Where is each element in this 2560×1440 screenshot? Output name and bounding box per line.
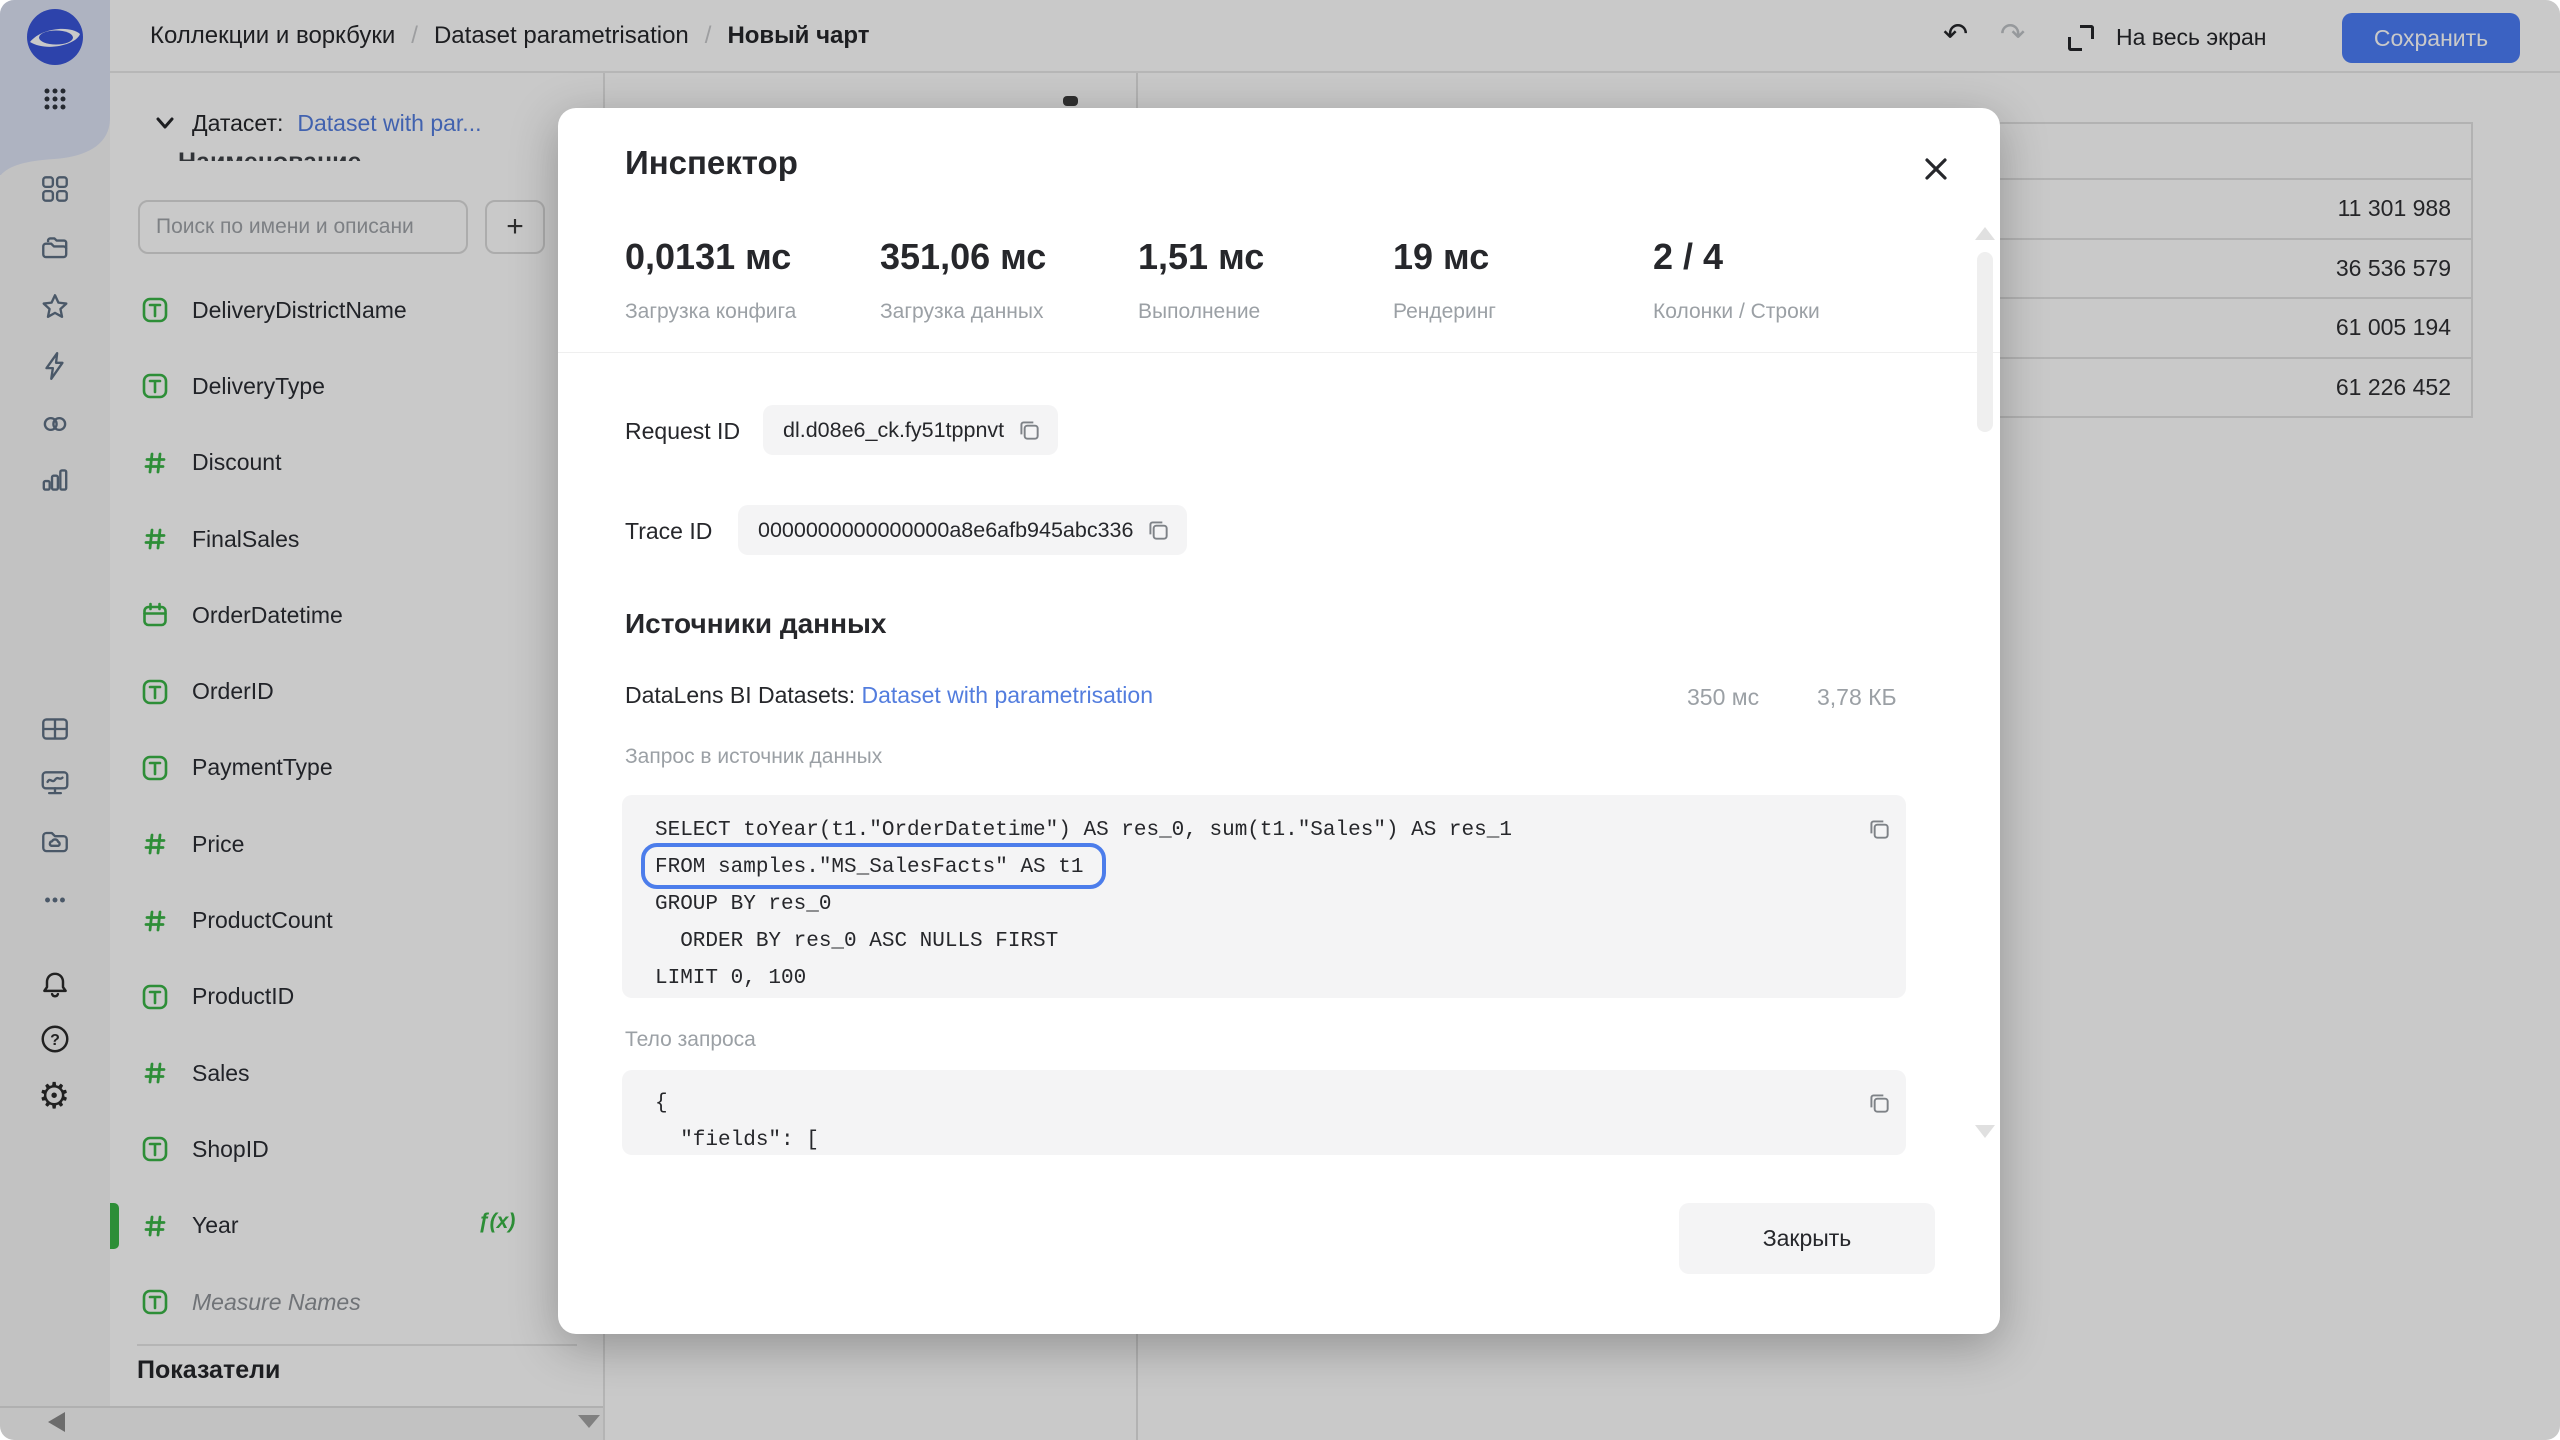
- stat-label: Загрузка данных: [880, 300, 1046, 324]
- copy-icon[interactable]: [1145, 517, 1171, 543]
- modal-title: Инспектор: [625, 144, 798, 182]
- request-id-chip: dl.d08e6_ck.fy51tppnvt: [763, 405, 1058, 455]
- stat-value: 2 / 4: [1653, 236, 1820, 278]
- stat-4: 2 / 4 Колонки / Строки: [1653, 236, 1820, 324]
- inspector-modal: Инспектор 0,0131 мс Загрузка конфига 351,0…: [558, 108, 2000, 1334]
- source-size: 3,78 КБ: [1817, 684, 1897, 711]
- body-caption: Тело запроса: [625, 1028, 756, 1052]
- code-line: ORDER BY res_0 ASC NULLS FIRST: [655, 923, 1906, 960]
- copy-icon[interactable]: [1016, 417, 1042, 443]
- sql-highlight-box: [641, 843, 1106, 889]
- query-caption: Запрос в источник данных: [625, 745, 882, 769]
- stat-value: 351,06 мс: [880, 236, 1046, 278]
- copy-icon[interactable]: [1866, 816, 1892, 842]
- source-time: 350 мс: [1687, 684, 1759, 711]
- request-id-value: dl.d08e6_ck.fy51tppnvt: [783, 418, 1004, 443]
- stat-label: Рендеринг: [1393, 300, 1496, 324]
- trace-id-value: 0000000000000000a8e6afb945abc336: [758, 518, 1133, 543]
- trace-id-label: Trace ID: [625, 518, 712, 545]
- code-line: {: [655, 1085, 1906, 1122]
- stat-value: 0,0131 мс: [625, 236, 796, 278]
- stat-label: Выполнение: [1138, 300, 1264, 324]
- copy-icon[interactable]: [1866, 1090, 1892, 1116]
- stat-3: 19 мс Рендеринг: [1393, 236, 1496, 324]
- code-line: "fields": [: [655, 1122, 1906, 1155]
- close-modal-button[interactable]: Закрыть: [1679, 1203, 1935, 1274]
- stat-value: 1,51 мс: [1138, 236, 1264, 278]
- stat-value: 19 мс: [1393, 236, 1496, 278]
- body-code-block: { "fields": [: [622, 1070, 1906, 1155]
- stat-2: 1,51 мс Выполнение: [1138, 236, 1264, 324]
- header-divider: [558, 352, 2000, 353]
- scrollbar-up-icon[interactable]: [1975, 227, 1995, 240]
- trace-id-chip: 0000000000000000a8e6afb945abc336: [738, 505, 1187, 555]
- scrollbar-down-icon[interactable]: [1975, 1125, 1995, 1138]
- source-dataset-link[interactable]: Dataset with parametrisation: [862, 682, 1153, 708]
- scrollbar-thumb[interactable]: [1977, 252, 1993, 432]
- stat-label: Колонки / Строки: [1653, 300, 1820, 324]
- stat-0: 0,0131 мс Загрузка конфига: [625, 236, 796, 324]
- close-icon[interactable]: [1914, 147, 1958, 191]
- stat-1: 351,06 мс Загрузка данных: [880, 236, 1046, 324]
- code-line: GROUP BY res_0: [655, 886, 1906, 923]
- code-line: LIMIT 0, 100: [655, 960, 1906, 997]
- stat-label: Загрузка конфига: [625, 300, 796, 324]
- datalens-chart-editor-screen: Коллекции и воркбуки / Dataset parametri…: [0, 0, 2560, 1440]
- source-type-label: DataLens BI Datasets: Dataset with param…: [625, 682, 1153, 709]
- request-id-label: Request ID: [625, 418, 740, 445]
- data-sources-heading: Источники данных: [625, 608, 887, 640]
- sql-code-block: SELECT toYear(t1."OrderDatetime") AS res…: [622, 795, 1906, 998]
